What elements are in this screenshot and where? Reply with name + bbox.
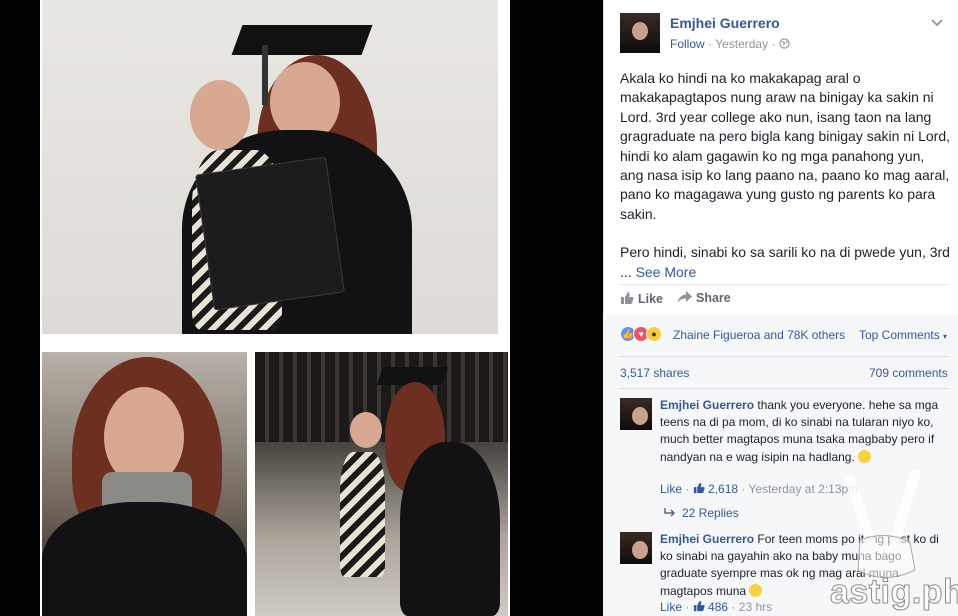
child-face-shape — [350, 412, 382, 448]
grad-cap-shape — [231, 25, 373, 55]
comment-like-link[interactable]: Like — [660, 482, 682, 496]
divider — [620, 356, 948, 357]
top-comments-dropdown[interactable]: Top Comments ▾ — [859, 328, 947, 342]
view-replies-link[interactable]: 22 Replies — [664, 506, 739, 520]
comment-count[interactable]: 709 comments — [869, 366, 948, 380]
gown-shape — [42, 502, 247, 616]
post-author-name[interactable]: Emjhei Guerrero — [670, 15, 780, 31]
tassel-shape — [262, 45, 268, 105]
smiley-emoji-icon — [749, 583, 763, 597]
reaction-icons[interactable]: 👍 ♥ ● — [620, 326, 662, 342]
reply-arrow-icon — [664, 508, 676, 517]
replies-label: 22 Replies — [682, 506, 739, 520]
photo-collage[interactable] — [0, 0, 512, 616]
comment-avatar[interactable] — [620, 532, 652, 564]
post-paragraph-truncated: Pero hindi, sinabi ko sa sarili ko na di… — [620, 243, 950, 282]
photo-graduate-with-child[interactable] — [42, 0, 498, 334]
top-comments-label: Top Comments — [859, 328, 940, 342]
like-button-label: Like — [638, 292, 664, 306]
comment-author[interactable]: Emjhei Guerrero — [660, 532, 754, 546]
meta-separator: · — [771, 37, 776, 51]
diploma-shape — [195, 156, 345, 311]
photo-graduate-kissing-child[interactable] — [255, 352, 508, 616]
post-paragraph: Akala ko hindi na ko makakapag aral o ma… — [620, 70, 951, 222]
chevron-down-icon[interactable] — [930, 16, 944, 30]
reaction-names[interactable]: Zhaine Figueroa and 78K others — [673, 328, 845, 342]
child-face-shape — [190, 80, 250, 150]
share-button-label: Share — [696, 291, 731, 305]
comment-actions: Like · 486 · 23 hrs — [660, 600, 772, 614]
child-dress-shape — [340, 452, 385, 577]
comment-like-link[interactable]: Like — [660, 600, 682, 614]
see-more-link[interactable]: See More — [636, 264, 697, 280]
globe-icon — [779, 38, 790, 49]
comment-like-count[interactable]: 2,618 — [708, 482, 738, 496]
gown-shape — [400, 442, 500, 616]
watermark-text: astig.ph — [829, 573, 958, 612]
share-arrow-icon — [677, 291, 692, 303]
follow-link[interactable]: Follow — [670, 37, 705, 51]
meta-separator: · — [685, 600, 690, 614]
share-count[interactable]: 3,517 shares — [620, 366, 689, 380]
comment-avatar[interactable] — [620, 398, 652, 430]
comment-like-count[interactable]: 486 — [708, 600, 728, 614]
like-button[interactable]: Like — [620, 291, 663, 306]
comment-timestamp[interactable]: 23 hrs — [739, 600, 772, 614]
comment-author[interactable]: Emjhei Guerrero — [660, 398, 754, 412]
wow-reaction-icon: ● — [646, 326, 662, 342]
meta-separator: · — [708, 37, 713, 51]
thumbs-up-icon — [621, 292, 634, 304]
meta-separator: · — [685, 482, 690, 496]
share-button[interactable]: Share — [677, 291, 731, 305]
smiley-emoji-icon — [858, 449, 872, 463]
meta-separator: · — [741, 482, 746, 496]
divider — [620, 388, 948, 389]
post-timestamp[interactable]: Yesterday — [715, 37, 768, 51]
divider — [620, 284, 948, 285]
caret-down-icon: ▾ — [943, 332, 948, 341]
post-meta: Follow · Yesterday · — [670, 37, 790, 51]
post-body: Akala ko hindi na ko makakapag aral o ma… — [620, 69, 950, 301]
thumbs-up-icon — [693, 600, 705, 612]
meta-separator: · — [731, 600, 736, 614]
comment-body: Emjhei Guerrero thank you everyone. hehe… — [660, 397, 950, 466]
thumbs-up-icon — [693, 482, 705, 494]
author-avatar[interactable] — [620, 13, 660, 53]
photo-graduation-portrait[interactable] — [42, 352, 247, 616]
